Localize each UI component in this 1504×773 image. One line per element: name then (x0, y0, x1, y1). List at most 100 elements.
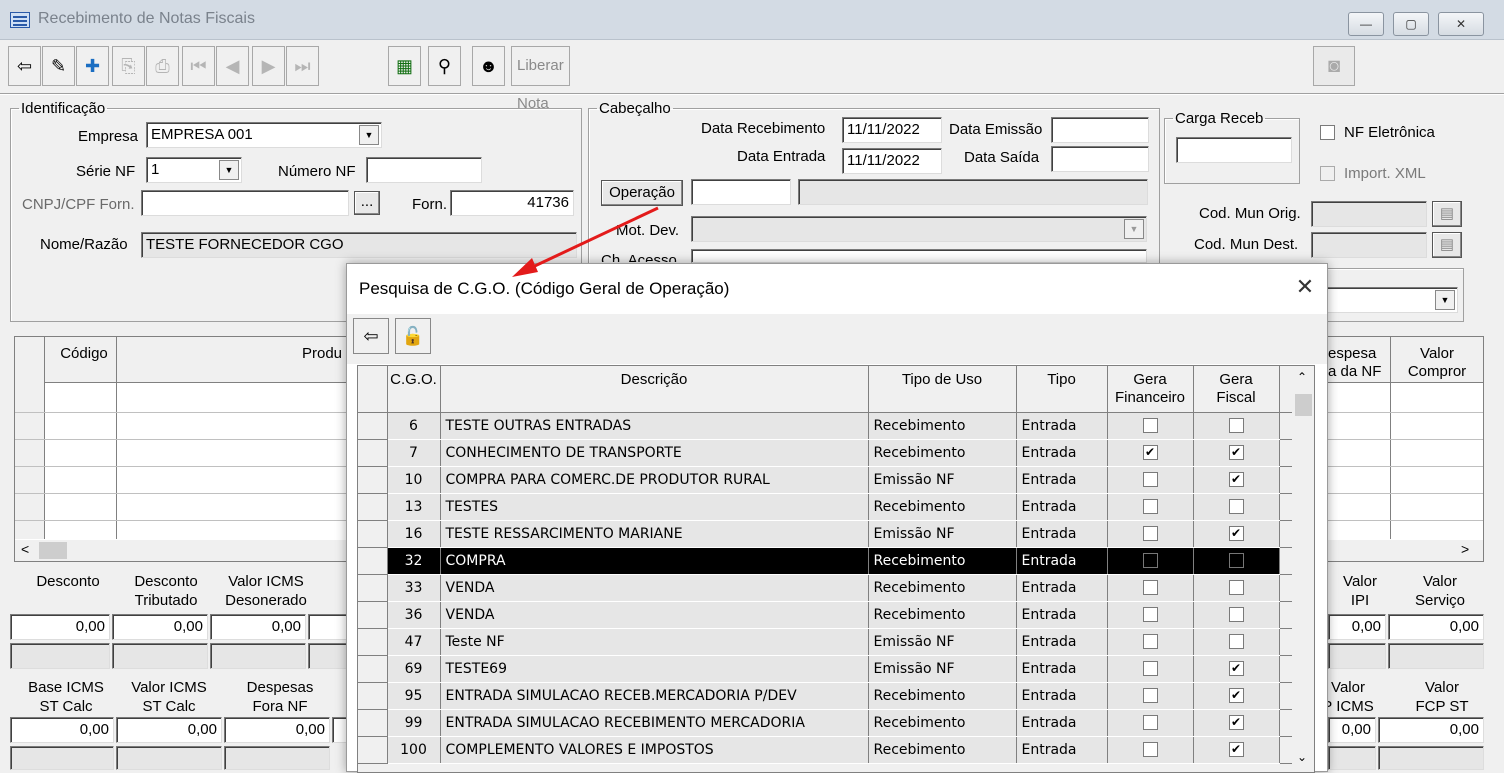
gera-fiscal-checkbox[interactable] (1193, 547, 1280, 575)
cod-mun-orig-input[interactable] (1311, 201, 1427, 227)
cnpj-input[interactable] (141, 190, 349, 216)
print-icon[interactable]: ⎙ (146, 46, 179, 86)
cod-mun-dest-input[interactable] (1311, 232, 1427, 258)
cgo-tipo-uso[interactable]: Recebimento (868, 574, 1017, 602)
valor-icms-st-input[interactable]: 0,00 (116, 717, 222, 743)
col-tipo[interactable]: Tipo (1016, 366, 1108, 413)
cgo-tipo-uso[interactable]: Recebimento (868, 439, 1017, 467)
cgo-grid[interactable]: C.G.O. Descrição Tipo de Uso Tipo Gera F… (357, 365, 1315, 773)
gera-financeiro-checkbox[interactable] (1107, 520, 1194, 548)
scroll-left-icon[interactable]: < (21, 541, 29, 557)
gera-fiscal-checkbox[interactable] (1193, 412, 1280, 440)
empty-checkbox-icon[interactable] (1142, 553, 1158, 568)
gera-fiscal-checkbox[interactable] (1193, 574, 1280, 602)
cgo-row[interactable]: 99 ENTRADA SIMULACAO RECEBIMENTO MERCADOR… (358, 709, 1296, 737)
cgo-descricao[interactable]: TESTE RESSARCIMENTO MARIANE (440, 520, 869, 548)
restore-button[interactable]: ▢ (1393, 12, 1429, 36)
cgo-tipo[interactable]: Entrada (1016, 412, 1108, 440)
checkmark-icon[interactable]: ✔ (1228, 661, 1244, 676)
col-gera-fiscal[interactable]: Gera Fiscal (1193, 366, 1280, 413)
cgo-code[interactable]: 99 (387, 709, 441, 737)
cgo-code[interactable]: 36 (387, 601, 441, 629)
cgo-code[interactable]: 6 (387, 412, 441, 440)
base-icms-st-input[interactable]: 0,00 (10, 717, 114, 743)
data-saida-input[interactable] (1051, 146, 1149, 172)
cgo-descricao[interactable]: TESTES (440, 493, 869, 521)
cgo-tipo-uso[interactable]: Emissão NF (868, 466, 1017, 494)
cgo-descricao[interactable]: TESTE OUTRAS ENTRADAS (440, 412, 869, 440)
gera-fiscal-checkbox[interactable]: ✔ (1193, 466, 1280, 494)
cgo-tipo[interactable]: Entrada (1016, 601, 1108, 629)
cgo-row[interactable]: 100 COMPLEMENTO VALORES E IMPOSTOS Recebim… (358, 736, 1296, 764)
ch-acesso-input[interactable] (691, 249, 1147, 263)
cgo-code[interactable]: 13 (387, 493, 441, 521)
gera-fiscal-checkbox[interactable]: ✔ (1193, 655, 1280, 683)
cnpj-search-button[interactable]: ... (354, 191, 380, 215)
gera-fiscal-checkbox[interactable]: ✔ (1193, 736, 1280, 764)
cgo-tipo-uso[interactable]: Recebimento (868, 709, 1017, 737)
cgo-descricao[interactable]: TESTE69 (440, 655, 869, 683)
data-entrada-input[interactable]: 11/11/2022 (842, 148, 942, 174)
gera-fiscal-checkbox[interactable]: ✔ (1193, 682, 1280, 710)
dialog-close-icon[interactable]: ✕ (1291, 274, 1319, 302)
cgo-code[interactable]: 47 (387, 628, 441, 656)
checkmark-icon[interactable]: ✔ (1228, 526, 1244, 541)
cgo-descricao[interactable]: CONHECIMENTO DE TRANSPORTE (440, 439, 869, 467)
user-icon[interactable]: ☻ (472, 46, 505, 86)
scroll-right-icon[interactable]: > (1461, 541, 1469, 557)
scroll-thumb[interactable] (39, 542, 67, 559)
col-cgo[interactable]: C.G.O. (387, 366, 441, 413)
empresa-select[interactable]: EMPRESA 001 ▼ (146, 122, 382, 148)
gera-financeiro-checkbox[interactable] (1107, 736, 1194, 764)
cgo-row[interactable]: 36 VENDA Recebimento Entrada (358, 601, 1296, 629)
gera-financeiro-checkbox[interactable] (1107, 682, 1194, 710)
col-valor-compror[interactable]: Valor Compror (1400, 345, 1474, 381)
add-icon[interactable]: ✚ (76, 46, 109, 86)
empty-checkbox-icon[interactable] (1142, 472, 1158, 487)
checkmark-icon[interactable]: ✔ (1228, 688, 1244, 703)
chevron-down-icon[interactable]: ▼ (359, 125, 379, 145)
cgo-tipo[interactable]: Entrada (1016, 466, 1108, 494)
gera-fiscal-checkbox[interactable]: ✔ (1193, 520, 1280, 548)
scroll-thumb[interactable] (1295, 394, 1312, 416)
empty-checkbox-icon[interactable] (1142, 580, 1158, 595)
desconto-tributado-input[interactable]: 0,00 (112, 614, 208, 640)
nf-eletronica-checkbox[interactable] (1320, 125, 1335, 140)
empty-checkbox-icon[interactable] (1142, 634, 1158, 649)
gera-fiscal-checkbox[interactable] (1193, 493, 1280, 521)
cgo-tipo[interactable]: Entrada (1016, 736, 1108, 764)
cgo-descricao[interactable]: COMPRA PARA COMERC.DE PRODUTOR RURAL (440, 466, 869, 494)
valor-fcp-st-input[interactable]: 0,00 (1378, 717, 1484, 743)
cgo-tipo-uso[interactable]: Recebimento (868, 682, 1017, 710)
despesas-fora-input[interactable]: 0,00 (224, 717, 330, 743)
hidden-input[interactable] (308, 614, 348, 640)
cgo-code[interactable]: 33 (387, 574, 441, 602)
empty-checkbox-icon[interactable] (1142, 661, 1158, 676)
cgo-tipo[interactable]: Entrada (1016, 547, 1108, 575)
unlock-icon[interactable]: 🔓 (395, 318, 431, 354)
cgo-descricao[interactable]: COMPLEMENTO VALORES E IMPOSTOS (440, 736, 869, 764)
col-despesa[interactable]: espesa a da NF (1328, 345, 1381, 381)
spreadsheet-icon[interactable]: ▦ (388, 46, 421, 86)
chevron-down-icon[interactable]: ▼ (1435, 290, 1455, 310)
empty-checkbox-icon[interactable] (1142, 742, 1158, 757)
exit-icon[interactable]: ⇦ (8, 46, 41, 86)
cgo-tipo-uso[interactable]: Emissão NF (868, 655, 1017, 683)
cgo-descricao[interactable]: ENTRADA SIMULACAO RECEBIMENTO MERCADORIA (440, 709, 869, 737)
empty-checkbox-icon[interactable] (1228, 499, 1244, 514)
cgo-tipo[interactable]: Entrada (1016, 628, 1108, 656)
numero-input[interactable] (366, 157, 482, 183)
minimize-button[interactable]: — (1348, 12, 1384, 36)
cgo-row[interactable]: 95 ENTRADA SIMULACAO RECEB.MERCADORIA P/D… (358, 682, 1296, 710)
empty-checkbox-icon[interactable] (1228, 607, 1244, 622)
cgo-tipo[interactable]: Entrada (1016, 682, 1108, 710)
cgo-descricao[interactable]: VENDA (440, 574, 869, 602)
empty-checkbox-icon[interactable] (1142, 607, 1158, 622)
cgo-code[interactable]: 95 (387, 682, 441, 710)
gera-fiscal-checkbox[interactable]: ✔ (1193, 709, 1280, 737)
cgo-row[interactable]: 7 CONHECIMENTO DE TRANSPORTE Recebimento En… (358, 439, 1296, 467)
gera-financeiro-checkbox[interactable] (1107, 574, 1194, 602)
empty-checkbox-icon[interactable] (1228, 580, 1244, 595)
empty-checkbox-icon[interactable] (1142, 418, 1158, 433)
gera-financeiro-checkbox[interactable] (1107, 493, 1194, 521)
